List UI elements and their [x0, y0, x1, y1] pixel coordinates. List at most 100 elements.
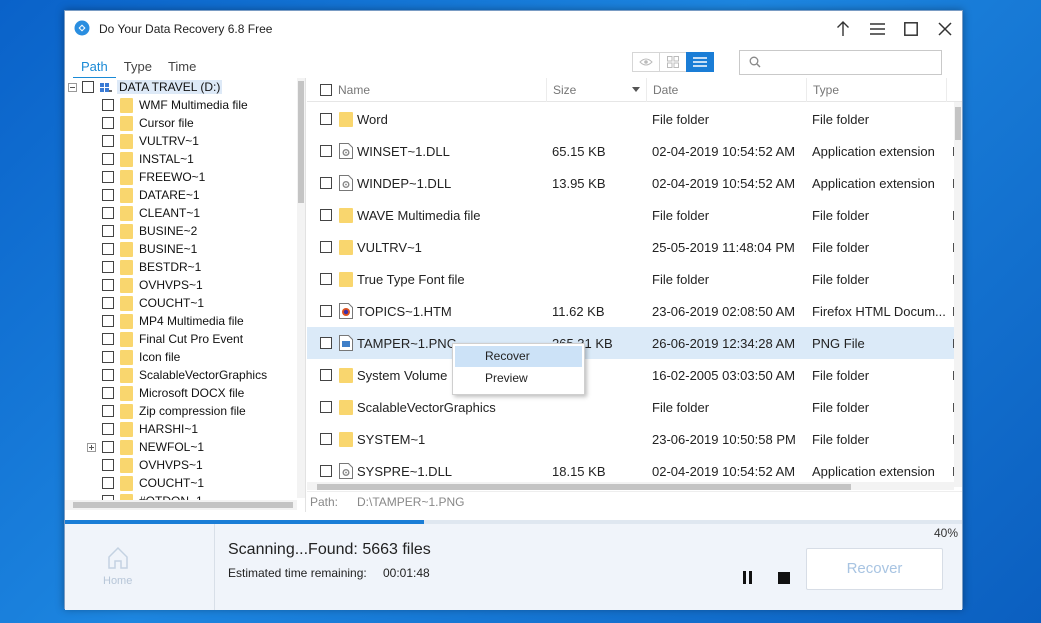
table-row[interactable]: SYSTEM~1 23-06-2019 10:50:58 PM File folde… [307, 423, 956, 455]
checkbox[interactable] [102, 441, 114, 453]
tree-item[interactable]: OVHVPS~1 [65, 456, 297, 474]
checkbox[interactable] [82, 81, 94, 93]
checkbox[interactable] [102, 117, 114, 129]
up-arrow-icon[interactable] [826, 11, 860, 47]
checkbox[interactable] [102, 297, 114, 309]
checkbox[interactable] [102, 225, 114, 237]
tree-item[interactable]: BUSINE~1 [65, 240, 297, 258]
tab-time[interactable]: Time [160, 55, 204, 79]
checkbox[interactable] [102, 387, 114, 399]
checkbox[interactable] [102, 351, 114, 363]
column-name[interactable]: Name [332, 78, 547, 102]
tree-item[interactable]: INSTAL~1 [65, 150, 297, 168]
tree-item[interactable]: VULTRV~1 [65, 132, 297, 150]
tree-horizontal-scrollbar[interactable] [65, 500, 297, 510]
checkbox[interactable] [320, 305, 332, 317]
tree-item[interactable]: NEWFOL~1 [65, 438, 297, 456]
list-horizontal-scrollbar[interactable] [307, 482, 954, 490]
table-row[interactable]: VULTRV~1 25-05-2019 11:48:04 PM File folde… [307, 231, 956, 263]
eye-icon[interactable] [632, 52, 660, 72]
scroll-thumb[interactable] [317, 484, 851, 490]
column-size[interactable]: Size [547, 78, 647, 102]
table-row[interactable]: TAMPER~1.PNG265.31 KB26-06-2019 12:34:28… [307, 327, 956, 359]
tree-item[interactable]: Cursor file [65, 114, 297, 132]
grid-icon[interactable] [659, 52, 687, 72]
search-input[interactable] [766, 54, 936, 71]
checkbox[interactable] [102, 333, 114, 345]
context-menu-recover[interactable]: Recover [455, 346, 582, 367]
checkbox[interactable] [320, 401, 332, 413]
checkbox[interactable] [102, 477, 114, 489]
table-row[interactable]: True Type Font file File folder File folde… [307, 263, 956, 295]
table-row[interactable]: WINDEP~1.DLL 13.95 KB 02-04-2019 10:54:52 … [307, 167, 956, 199]
checkbox[interactable] [102, 459, 114, 471]
checkbox[interactable] [320, 209, 332, 221]
scroll-thumb[interactable] [298, 81, 304, 203]
home-button[interactable]: Home [65, 524, 215, 610]
table-row[interactable]: ScalableVectorGraphics File folder File fo… [307, 391, 956, 423]
column-date[interactable]: Date [647, 78, 807, 102]
tree-item[interactable]: DATARE~1 [65, 186, 297, 204]
checkbox[interactable] [102, 99, 114, 111]
checkbox[interactable] [320, 465, 332, 477]
checkbox[interactable] [320, 433, 332, 445]
tree-item[interactable]: FREEWO~1 [65, 168, 297, 186]
checkbox[interactable] [320, 337, 332, 349]
tree-item[interactable]: Icon file [65, 348, 297, 366]
maximize-icon[interactable] [894, 11, 928, 47]
checkbox[interactable] [102, 207, 114, 219]
table-row[interactable]: WINSET~1.DLL 65.15 KB 02-04-2019 10:54:52 … [307, 135, 956, 167]
table-row[interactable]: TOPICS~1.HTM 11.62 KB 23-06-2019 02:08:50 … [307, 295, 956, 327]
tree-item[interactable]: BESTDR~1 [65, 258, 297, 276]
tab-path[interactable]: Path [73, 55, 116, 79]
table-row[interactable]: WAVE Multimedia file File folder File fold… [307, 199, 956, 231]
tree-item[interactable]: CLEANT~1 [65, 204, 297, 222]
checkbox[interactable] [320, 113, 332, 125]
tree-item[interactable]: WMF Multimedia file [65, 96, 297, 114]
checkbox[interactable] [102, 189, 114, 201]
scroll-thumb[interactable] [73, 502, 293, 508]
checkbox[interactable] [102, 153, 114, 165]
scroll-thumb[interactable] [955, 107, 961, 140]
table-row[interactable]: System Volume 16-02-2005 03:03:50 AM File … [307, 359, 956, 391]
list-icon[interactable] [686, 52, 714, 72]
tab-type[interactable]: Type [116, 55, 160, 79]
tree-item[interactable]: COUCHT~1 [65, 474, 297, 492]
tree-item[interactable]: MP4 Multimedia file [65, 312, 297, 330]
checkbox[interactable] [102, 315, 114, 327]
tree-item[interactable]: ScalableVectorGraphics [65, 366, 297, 384]
checkbox[interactable] [320, 145, 332, 157]
select-all-checkbox[interactable] [320, 84, 332, 96]
expand-icon[interactable] [87, 443, 96, 452]
checkbox[interactable] [320, 241, 332, 253]
collapse-icon[interactable] [68, 83, 77, 92]
checkbox[interactable] [320, 273, 332, 285]
checkbox[interactable] [102, 135, 114, 147]
close-icon[interactable] [928, 11, 962, 47]
checkbox[interactable] [102, 243, 114, 255]
checkbox[interactable] [320, 369, 332, 381]
recover-button[interactable]: Recover [806, 548, 943, 590]
tree-item[interactable]: Zip compression file [65, 402, 297, 420]
tree-item[interactable]: BUSINE~2 [65, 222, 297, 240]
pause-icon[interactable] [742, 571, 754, 585]
tree-item[interactable]: Final Cut Pro Event [65, 330, 297, 348]
tree-item[interactable]: COUCHT~1 [65, 294, 297, 312]
tree-vertical-scrollbar[interactable] [297, 78, 305, 498]
checkbox[interactable] [102, 279, 114, 291]
table-row[interactable]: Word File folder File folder [307, 103, 954, 135]
checkbox[interactable] [102, 423, 114, 435]
tree-root-item[interactable]: DATA TRAVEL (D:) [65, 78, 297, 96]
checkbox[interactable] [102, 369, 114, 381]
checkbox[interactable] [102, 405, 114, 417]
search-box[interactable] [739, 50, 942, 75]
menu-icon[interactable] [860, 11, 894, 47]
column-type[interactable]: Type [807, 78, 947, 102]
stop-icon[interactable] [778, 572, 790, 584]
context-menu-preview[interactable]: Preview [455, 368, 582, 389]
checkbox[interactable] [102, 171, 114, 183]
checkbox[interactable] [320, 177, 332, 189]
checkbox[interactable] [102, 261, 114, 273]
tree-item[interactable]: Microsoft DOCX file [65, 384, 297, 402]
list-vertical-scrollbar[interactable] [954, 102, 962, 487]
